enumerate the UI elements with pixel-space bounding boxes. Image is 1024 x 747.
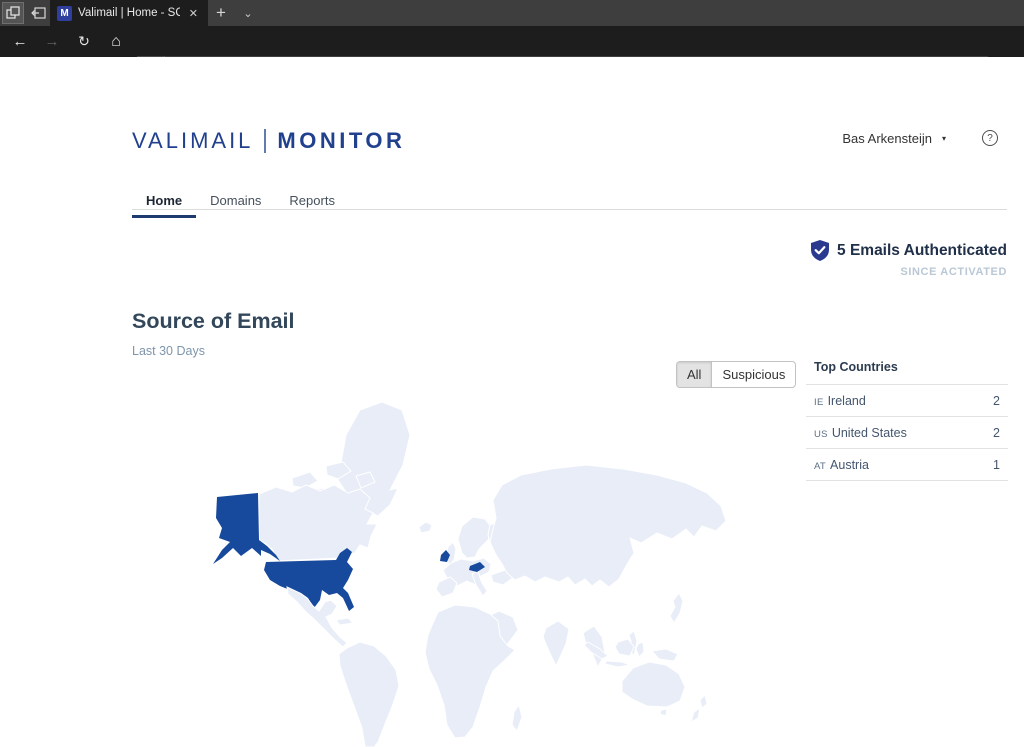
- refresh-button[interactable]: ↻: [70, 26, 98, 57]
- top-countries-panel: Top Countries IE Ireland 2 US United State…: [806, 356, 1008, 481]
- country-name: Ireland: [828, 394, 866, 408]
- shield-check-icon: [811, 240, 829, 261]
- map-new-zealand: [700, 695, 707, 708]
- map-filter-toggle: All Suspicious: [676, 361, 796, 388]
- stat-subline: SINCE ACTIVATED: [811, 266, 1007, 278]
- chevron-down-icon: ▾: [942, 134, 946, 143]
- user-name-label: Bas Arkensteijn: [842, 131, 932, 146]
- tab-arrow-icon: [31, 7, 46, 19]
- country-code: IE: [814, 397, 824, 408]
- forward-button: →: [38, 26, 66, 57]
- country-count: 1: [993, 458, 1000, 472]
- browser-toolbar: ← → ↻ ⌂ https://app.valimail.com/home ☆: [0, 26, 1024, 57]
- map-south-america: [339, 642, 399, 747]
- nav-tab-reports[interactable]: Reports: [275, 186, 349, 218]
- country-name: United States: [832, 426, 907, 440]
- filter-all-button[interactable]: All: [677, 362, 712, 387]
- country-name: Austria: [830, 458, 869, 472]
- nav-tab-home[interactable]: Home: [132, 186, 196, 218]
- section-subtitle: Last 30 Days: [132, 344, 205, 358]
- home-button[interactable]: ⌂: [102, 26, 130, 57]
- stat-headline: 5 Emails Authenticated: [837, 242, 1007, 260]
- map-asia: [490, 465, 726, 587]
- top-countries-title: Top Countries: [806, 356, 1008, 384]
- nav-divider: [132, 209, 1007, 210]
- section-title: Source of Email: [132, 309, 295, 334]
- tab-close-icon[interactable]: ✕: [186, 5, 201, 22]
- valimail-home-page: VALIMAIL MONITOR Bas Arkensteijn ▾ ? Hom…: [0, 57, 1024, 690]
- world-map-choropleth[interactable]: [140, 390, 800, 747]
- country-row-ireland[interactable]: IE Ireland 2: [806, 384, 1008, 416]
- country-code: US: [814, 429, 828, 440]
- map-japan: [670, 593, 683, 623]
- map-india: [543, 621, 569, 666]
- country-count: 2: [993, 426, 1000, 440]
- map-australia: [622, 662, 685, 707]
- question-mark-icon: ?: [987, 133, 993, 144]
- nav-tab-domains[interactable]: Domains: [196, 186, 275, 218]
- logo-valimail-text: VALIMAIL: [132, 128, 253, 154]
- country-code: AT: [814, 461, 826, 472]
- tab-title: Valimail | Home - SCCT: [78, 7, 180, 19]
- back-button[interactable]: ←: [6, 26, 34, 57]
- map-canada: [259, 485, 377, 561]
- emails-authenticated-stat: 5 Emails Authenticated SINCE ACTIVATED: [811, 240, 1007, 278]
- user-menu[interactable]: Bas Arkensteijn ▾: [842, 131, 946, 146]
- tab-preview-chevron-icon[interactable]: ⌄: [238, 0, 258, 26]
- primary-nav: Home Domains Reports: [132, 186, 349, 218]
- browser-tab-bar: M Valimail | Home - SCCT ✕ + ⌄: [0, 0, 1024, 26]
- country-row-united-states[interactable]: US United States 2: [806, 416, 1008, 448]
- filter-suspicious-button[interactable]: Suspicious: [712, 362, 795, 387]
- help-button[interactable]: ?: [982, 130, 998, 146]
- valimail-monitor-logo[interactable]: VALIMAIL MONITOR: [132, 128, 405, 154]
- valimail-favicon: M: [57, 6, 72, 21]
- country-count: 2: [993, 394, 1000, 408]
- country-row-austria[interactable]: AT Austria 1: [806, 448, 1008, 481]
- overlapping-tabs-icon: [6, 6, 20, 20]
- set-tabs-aside-button[interactable]: [27, 2, 49, 24]
- new-tab-button[interactable]: +: [210, 0, 232, 26]
- logo-monitor-text: MONITOR: [277, 128, 405, 154]
- user-area: Bas Arkensteijn ▾ ?: [842, 130, 998, 146]
- logo-divider: [264, 129, 266, 153]
- browser-tab[interactable]: M Valimail | Home - SCCT ✕: [50, 0, 208, 26]
- tabs-set-aside-view-button[interactable]: [2, 2, 24, 24]
